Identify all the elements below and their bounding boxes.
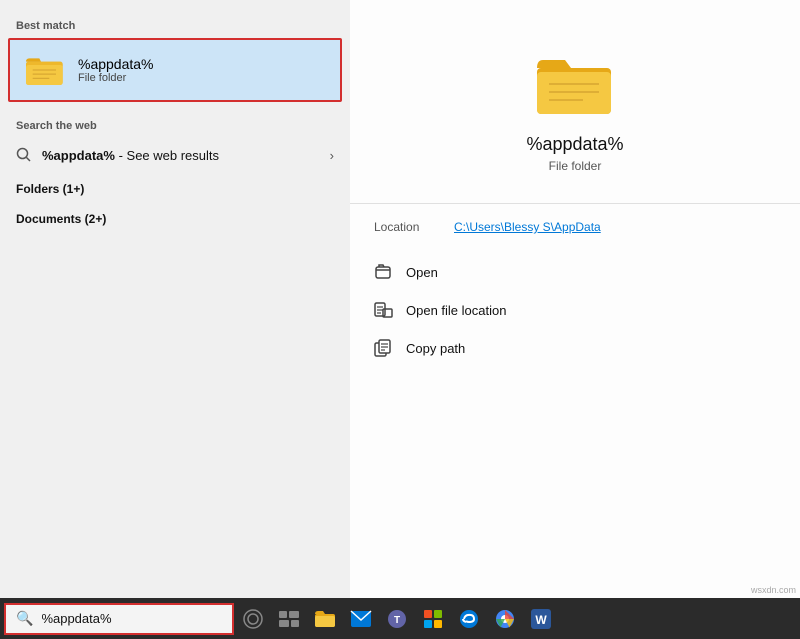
chrome-icon (494, 608, 516, 630)
word-icon: W (530, 608, 552, 630)
taskbar-search-box[interactable]: 🔍 %appdata% (4, 603, 234, 635)
svg-text:T: T (394, 615, 400, 626)
right-title: %appdata% (526, 134, 623, 155)
taskbar-search-icon: 🔍 (16, 610, 33, 627)
store-icon (423, 609, 443, 629)
chevron-right-icon: › (330, 148, 334, 163)
web-search-item[interactable]: %appdata% - See web results › (0, 138, 350, 172)
action-open[interactable]: Open (366, 254, 784, 290)
store-button[interactable] (416, 598, 450, 639)
search-icon (16, 147, 32, 163)
edge-icon (458, 608, 480, 630)
open-file-location-icon (374, 300, 394, 320)
chrome-button[interactable] (488, 598, 522, 639)
mail-button[interactable] (344, 598, 378, 639)
web-search-left: %appdata% - See web results (16, 147, 219, 163)
mail-icon (350, 610, 372, 628)
web-search-text: %appdata% - See web results (42, 148, 219, 163)
file-explorer-button[interactable] (308, 598, 342, 639)
open-label: Open (406, 265, 438, 280)
task-view-button[interactable] (272, 598, 306, 639)
taskbar: 🔍 %appdata% T (0, 598, 800, 639)
start-menu: Best match %appdata% File folder Search … (0, 0, 800, 598)
web-search-query: %appdata% (42, 148, 115, 163)
best-match-label: Best match (0, 12, 350, 38)
documents-label[interactable]: Documents (2+) (0, 202, 350, 232)
svg-text:W: W (535, 613, 547, 627)
copy-path-icon (374, 338, 394, 358)
cortana-button[interactable] (236, 598, 270, 639)
word-button[interactable]: W (524, 598, 558, 639)
location-path[interactable]: C:\Users\Blessy S\AppData (454, 220, 601, 234)
teams-icon: T (386, 608, 408, 630)
open-icon (374, 262, 394, 282)
edge-button[interactable] (452, 598, 486, 639)
action-open-file-location[interactable]: Open file location (366, 292, 784, 328)
best-match-subtitle: File folder (78, 72, 154, 84)
teams-button[interactable]: T (380, 598, 414, 639)
copy-path-label: Copy path (406, 341, 465, 356)
action-list: Open Open file location (350, 254, 800, 366)
right-subtitle: File folder (549, 159, 602, 173)
open-file-location-label: Open file location (406, 303, 506, 318)
divider (350, 203, 800, 204)
best-match-info: %appdata% File folder (78, 56, 154, 84)
location-label: Location (374, 220, 454, 234)
action-copy-path[interactable]: Copy path (366, 330, 784, 366)
web-search-suffix: - See web results (115, 148, 219, 163)
folders-label[interactable]: Folders (1+) (0, 172, 350, 202)
folder-big-icon (535, 50, 615, 120)
best-match-item[interactable]: %appdata% File folder (8, 38, 342, 102)
taskbar-search-text: %appdata% (41, 611, 222, 626)
cortana-icon (242, 608, 264, 630)
folder-icon-small (26, 50, 66, 90)
watermark: wsxdn.com (751, 585, 796, 595)
left-panel: Best match %appdata% File folder Search … (0, 0, 350, 598)
search-web-label: Search the web (0, 112, 350, 138)
right-panel: %appdata% File folder Location C:\Users\… (350, 0, 800, 598)
right-content-area: %appdata% File folder Location C:\Users\… (350, 50, 800, 366)
location-row: Location C:\Users\Blessy S\AppData (350, 220, 800, 234)
best-match-title: %appdata% (78, 56, 154, 72)
task-view-icon (279, 611, 299, 627)
file-explorer-icon (314, 609, 336, 629)
